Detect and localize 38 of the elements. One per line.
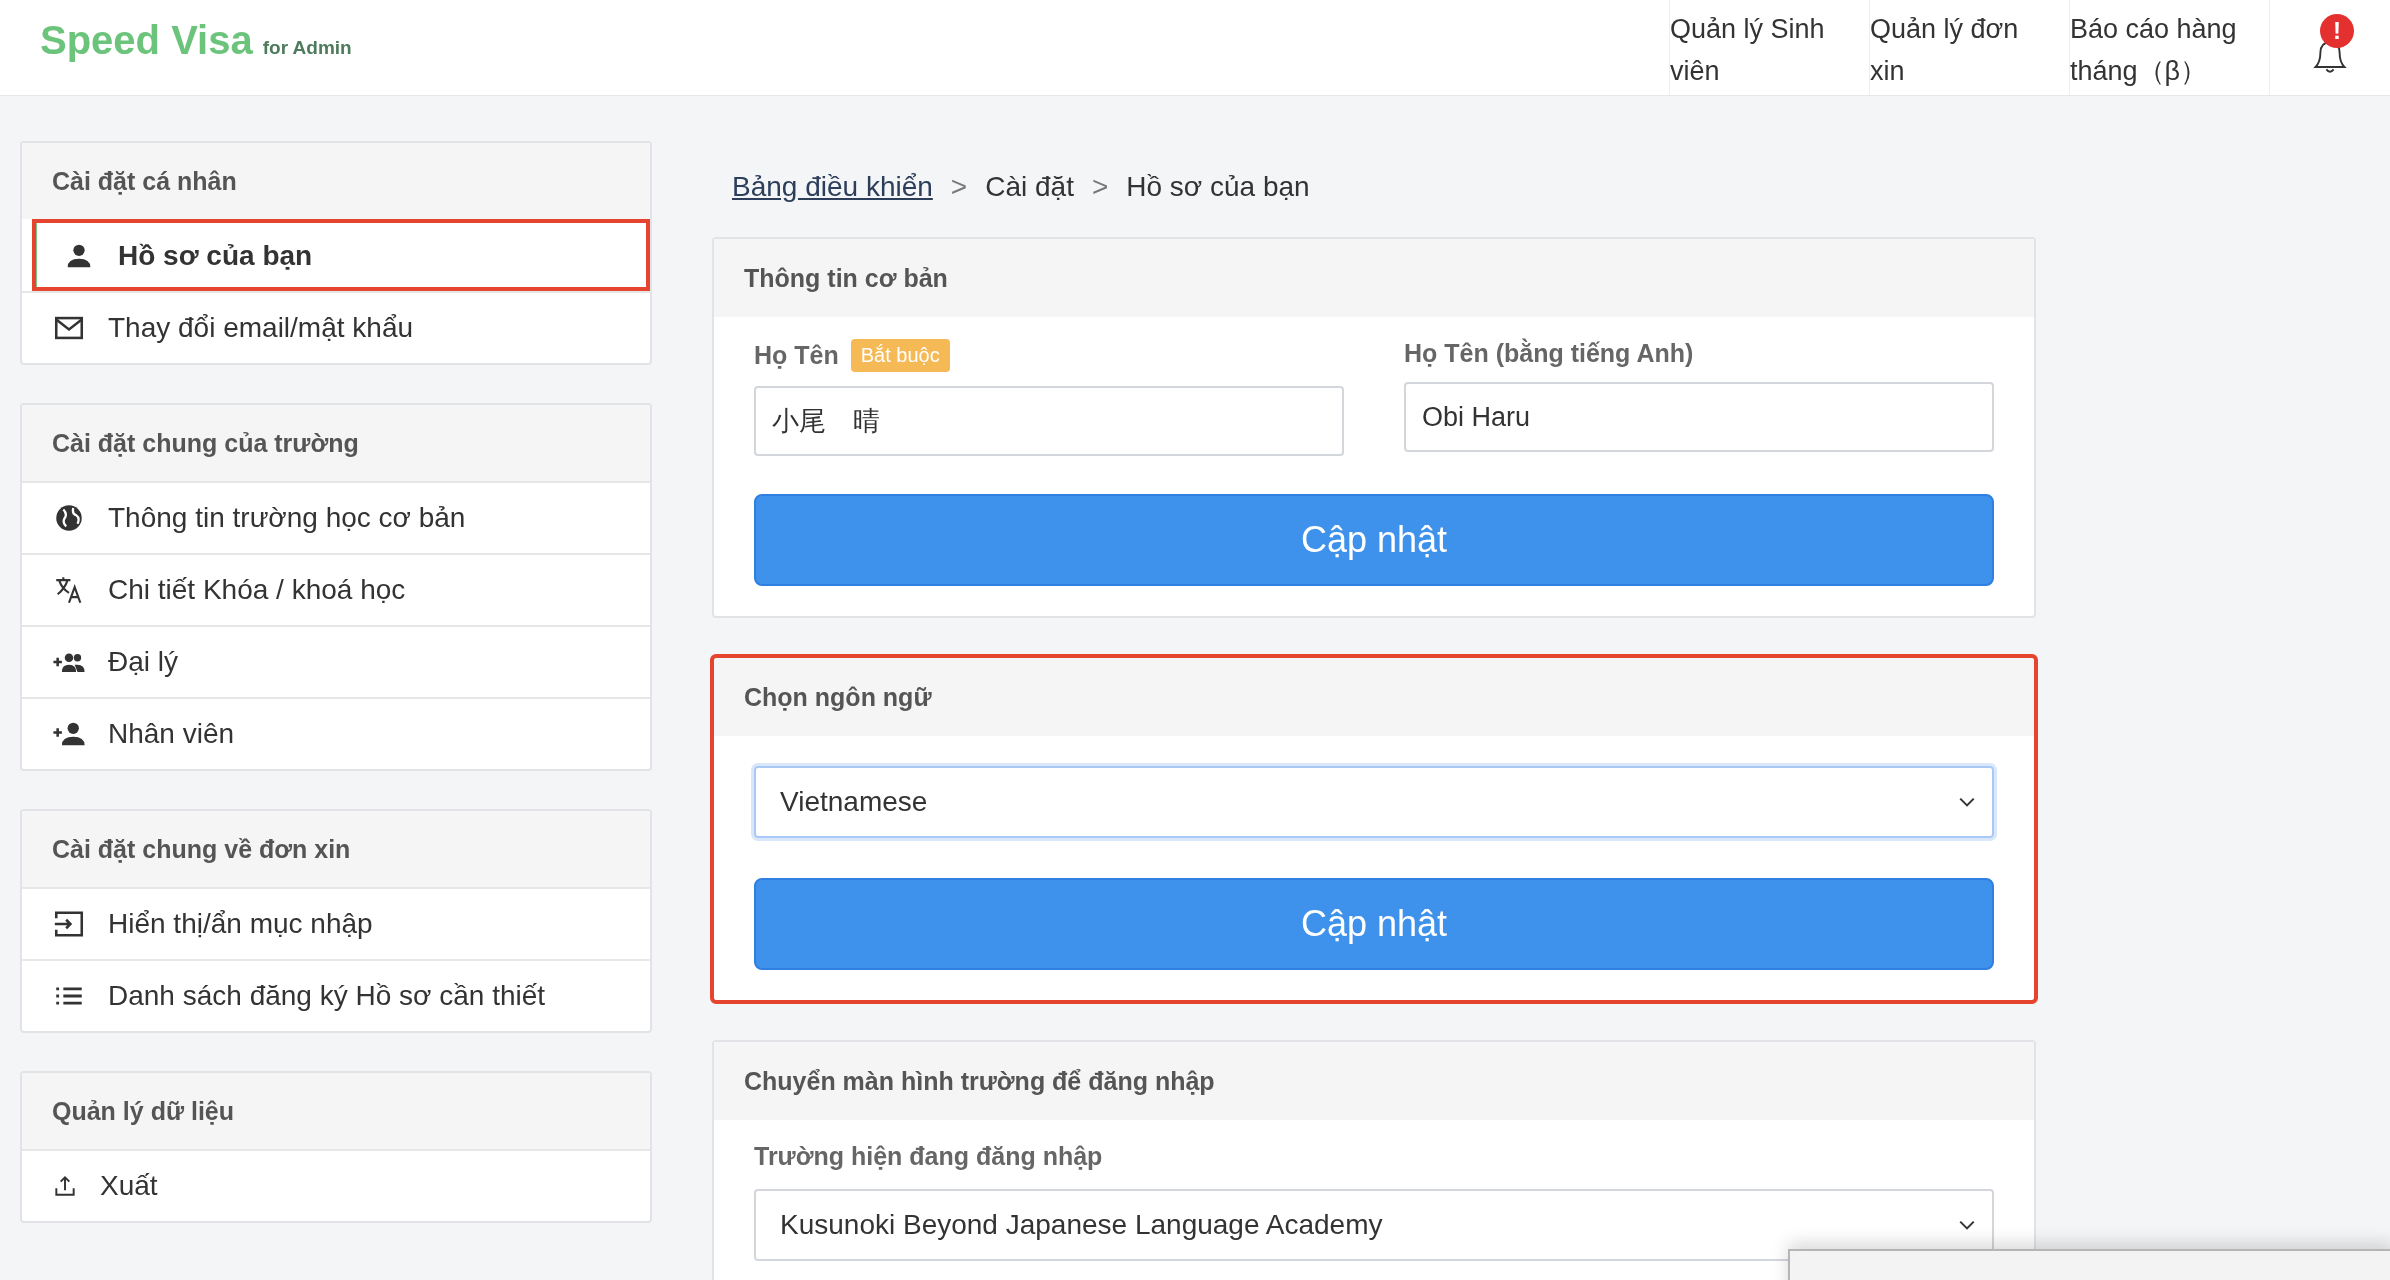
notification-badge: ! <box>2320 14 2354 48</box>
name-input[interactable]: 小尾 晴 <box>754 386 1344 456</box>
sidebar-item[interactable]: Xuất <box>22 1149 650 1221</box>
sidebar-section-title: Cài đặt chung về đơn xin <box>22 811 650 887</box>
chevron-down-icon <box>1958 796 1976 808</box>
field-label: Họ Tên (bằng tiếng Anh) <box>1404 339 1694 368</box>
nav-link[interactable]: Báo cáo hàng tháng（β） <box>2069 0 2269 95</box>
language-select[interactable]: Vietnamese <box>754 766 1994 838</box>
logo-suffix: for Admin <box>262 37 352 59</box>
breadcrumb-separator: > <box>950 170 968 203</box>
notification-button[interactable]: ! <box>2269 0 2390 95</box>
field-label: Trường hiện đang đăng nhập <box>754 1142 1103 1171</box>
nav-link[interactable]: Quản lý Sinh viên <box>1669 0 1869 95</box>
school-select[interactable]: Kusunoki Beyond Japanese Language Academy <box>754 1189 1994 1261</box>
chevron-down-icon <box>1958 1219 1976 1231</box>
sidebar-section-title: Cài đặt cá nhân <box>22 143 650 219</box>
sidebar-item[interactable]: Thay đổi email/mật khẩu <box>22 291 650 363</box>
nav-link[interactable]: Quản lý đơn xin <box>1869 0 2069 95</box>
breadcrumb-link[interactable]: Bảng điều khiển <box>732 170 933 203</box>
breadcrumb-separator: > <box>1091 170 1109 203</box>
sidebar-section-title: Quản lý dữ liệu <box>22 1073 650 1149</box>
card-title: Thông tin cơ bản <box>714 239 2034 317</box>
card-title: Chọn ngôn ngữ <box>714 658 2034 736</box>
sidebar-item[interactable]: Danh sách đăng ký Hồ sơ cần thiết <box>22 959 650 1031</box>
field-label: Họ Tên <box>754 341 839 370</box>
sidebar-section-title: Cài đặt chung của trường <box>22 405 650 481</box>
sidebar-item[interactable]: Nhân viên <box>22 697 650 769</box>
breadcrumb-item: Hồ sơ của bạn <box>1126 170 1310 203</box>
sidebar-item[interactable]: Thông tin trường học cơ bản <box>22 481 650 553</box>
required-badge: Bắt buộc <box>850 339 950 372</box>
sidebar-item[interactable]: Đại lý <box>22 625 650 697</box>
sidebar-item[interactable]: Hồ sơ của bạn <box>32 219 650 291</box>
card-title: Chuyển màn hình trường để đăng nhập <box>714 1042 2034 1120</box>
upload-icon <box>52 1173 78 1199</box>
name-input[interactable]: Obi Haru <box>1404 382 1994 452</box>
sidebar-item[interactable]: Hiển thị/ẩn mục nhập <box>22 887 650 959</box>
breadcrumb-item: Cài đặt <box>985 170 1074 203</box>
sidebar-item[interactable]: Chi tiết Khóa / khoá học <box>22 553 650 625</box>
